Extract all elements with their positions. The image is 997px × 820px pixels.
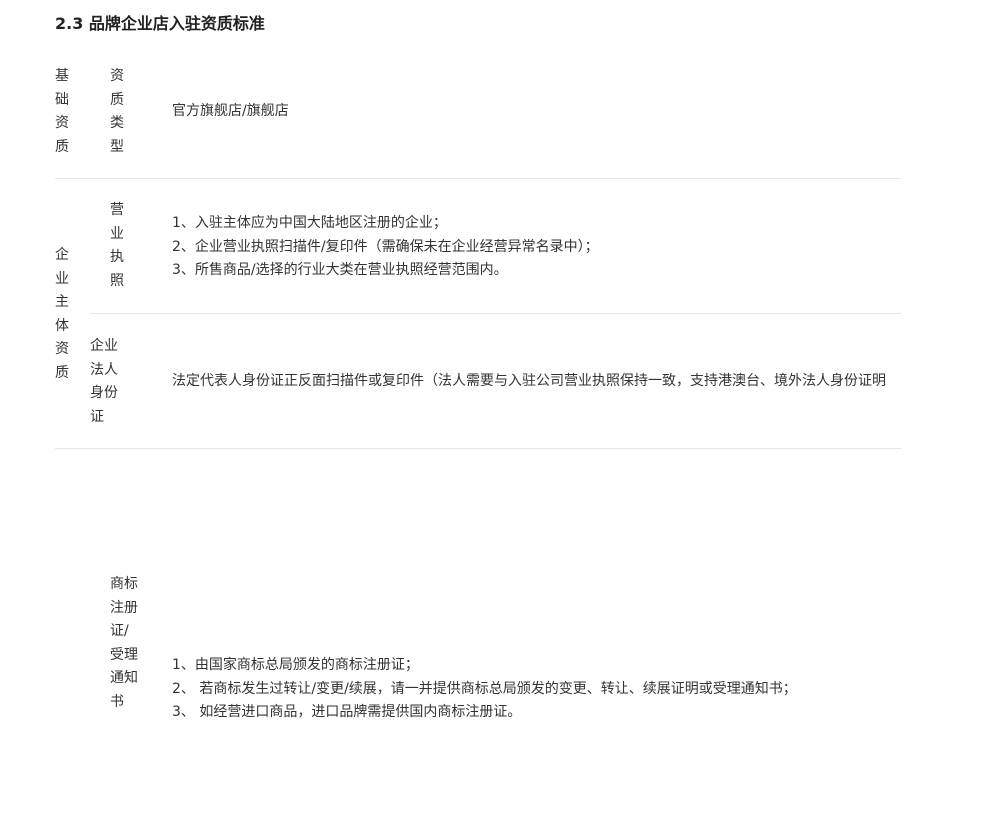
trademark-line-3: 3、 如经营进口商品，进口品牌需提供国内商标注册证。 (172, 704, 522, 720)
license-line-1: 1、入驻主体应为中国大陆地区注册的企业； (172, 215, 447, 231)
item-business-license: 营业执照 (110, 202, 124, 289)
item-qualification-type: 资质类型 (110, 68, 124, 155)
item-legal-id: 企业法人身份证 (90, 338, 118, 425)
section-heading: 2.3 品牌企业店入驻资质标准 (55, 14, 265, 33)
trademark-line-1: 1、由国家商标总局颁发的商标注册证； (172, 657, 419, 673)
cell-business-license: 1、入驻主体应为中国大陆地区注册的企业； 2、企业营业执照扫描件/复印件（需确保… (172, 212, 599, 283)
license-line-3: 3、所售商品/选择的行业大类在营业执照经营范围内。 (172, 262, 508, 278)
trademark-line-2: 2、 若商标发生过转让/变更/续展，请一并提供商标总局颁发的变更、转让、续展证明… (172, 680, 797, 697)
table-row-basic: 基础资质 资质类型 官方旗舰店/旗舰店 (55, 60, 901, 178)
table-row-legal-id: 企业法人身份证 法定代表人身份证正反面扫描件或复印件（法人需要与入驻公司营业执照… (55, 314, 901, 448)
cell-trademark: 1、由国家商标总局颁发的商标注册证； 2、 若商标发生过转让/变更/续展，请一并… (172, 654, 797, 725)
category-basic: 基础资质 (55, 68, 69, 155)
cell-qualification-type: 官方旗舰店/旗舰店 (172, 103, 289, 119)
table-row-business-license: 营业执照 1、入驻主体应为中国大陆地区注册的企业； 2、企业营业执照扫描件/复印… (55, 179, 901, 313)
table-row-trademark: 商标注册证/受理通知书 1、由国家商标总局颁发的商标注册证； 2、 若商标发生过… (55, 449, 901, 820)
cell-legal-id: 法定代表人身份证正反面扫描件或复印件（法人需要与入驻公司营业执照保持一致，支持港… (172, 373, 886, 389)
qualification-table: 基础资质 资质类型 官方旗舰店/旗舰店 企业主体资质 营业执照 1、入驻主体应为… (55, 60, 901, 820)
license-line-2: 2、企业营业执照扫描件/复印件（需确保未在企业经营异常名录中）； (172, 238, 599, 255)
item-trademark: 商标注册证/受理通知书 (110, 576, 138, 710)
